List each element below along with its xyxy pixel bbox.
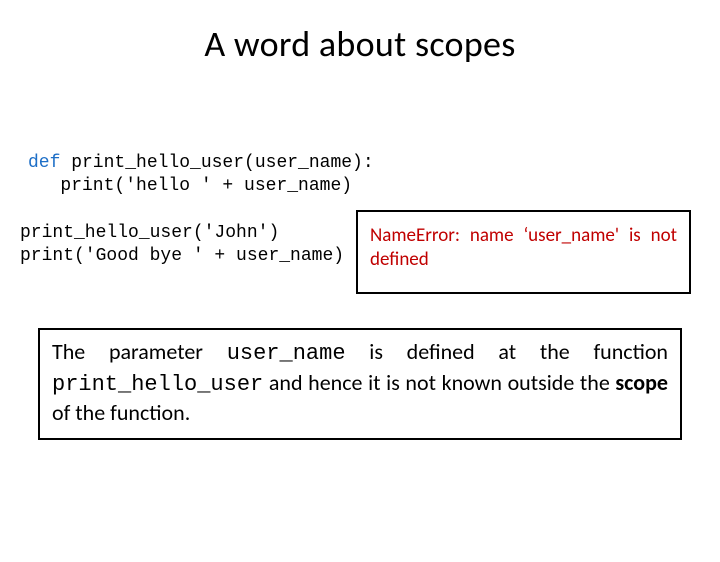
code-calls: print_hello_user('John') print('Good bye… xyxy=(20,222,344,267)
code-function-def: def print_hello_user(user_name): print('… xyxy=(28,152,374,197)
explain-bold: scope xyxy=(615,369,668,396)
explain-mono2: print_hello_user xyxy=(52,372,263,397)
explain-t1: The parameter xyxy=(52,338,227,365)
explain-t4: of the function. xyxy=(52,399,190,426)
code-call-1: print_hello_user('John') xyxy=(20,223,279,243)
explanation-box: The parameter user_name is defined at th… xyxy=(38,328,682,440)
slide-title: A word about scopes xyxy=(0,22,720,66)
code-def-body: print('hello ' + user_name) xyxy=(28,176,352,196)
explain-t3: and hence it is not known outside the xyxy=(263,369,615,396)
keyword-def: def xyxy=(28,153,60,173)
explain-t2: is defined at the function xyxy=(346,338,668,365)
error-box: NameError: name ‘user_name' is not defin… xyxy=(356,210,691,294)
code-call-2: print('Good bye ' + user_name) xyxy=(20,246,344,266)
code-def-rest: print_hello_user(user_name): xyxy=(60,153,373,173)
explain-mono1: user_name xyxy=(227,341,346,366)
